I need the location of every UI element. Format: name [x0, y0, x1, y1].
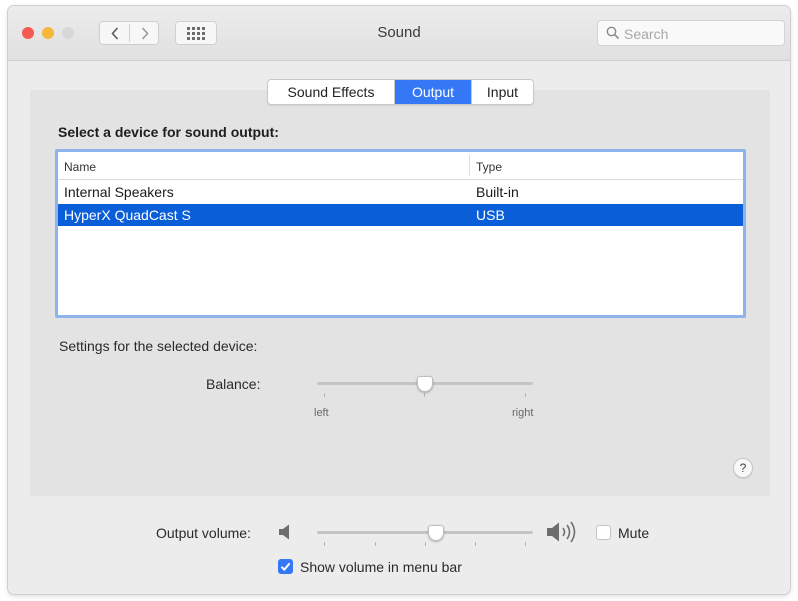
title-bar: Sound Search: [8, 6, 790, 61]
sound-preferences-window: Sound Search Sound Effects Output Input …: [8, 6, 790, 594]
balance-label: Balance:: [206, 376, 261, 392]
mute-checkbox[interactable]: [596, 525, 611, 540]
column-header-name[interactable]: Name: [64, 160, 96, 174]
device-name: HyperX QuadCast S: [64, 207, 191, 223]
output-device-table[interactable]: Name Type Internal Speakers Built-in Hyp…: [55, 149, 746, 318]
device-name: Internal Speakers: [64, 184, 174, 200]
volume-tick: [324, 542, 325, 546]
tab-bar: Sound Effects Output Input: [267, 79, 534, 105]
balance-tick-center: [424, 393, 425, 397]
search-icon: [606, 26, 620, 40]
balance-right-label: right: [512, 407, 534, 419]
table-row[interactable]: Internal Speakers Built-in: [58, 181, 743, 203]
balance-tick-left: [324, 393, 325, 397]
checkmark-icon: [280, 562, 291, 572]
help-button[interactable]: ?: [733, 458, 753, 478]
speaker-low-icon: [279, 524, 289, 540]
speaker-high-icon: [547, 521, 576, 543]
show-volume-checkbox[interactable]: [278, 559, 293, 574]
volume-tick: [525, 542, 526, 546]
device-type: USB: [476, 207, 505, 223]
show-volume-label: Show volume in menu bar: [300, 559, 462, 575]
column-divider: [469, 155, 470, 176]
tab-sound-effects[interactable]: Sound Effects: [268, 80, 395, 104]
balance-tick-right: [525, 393, 526, 397]
tab-output[interactable]: Output: [395, 80, 471, 104]
table-row-selected[interactable]: HyperX QuadCast S USB: [58, 204, 743, 226]
balance-slider-thumb[interactable]: [417, 376, 433, 392]
search-field[interactable]: Search: [597, 20, 785, 46]
column-header-type[interactable]: Type: [476, 160, 502, 174]
volume-slider-thumb[interactable]: [428, 525, 444, 541]
volume-tick: [475, 542, 476, 546]
output-volume-label: Output volume:: [156, 525, 251, 541]
tab-input[interactable]: Input: [471, 80, 533, 104]
mute-label: Mute: [618, 525, 650, 541]
table-header: Name Type: [58, 152, 743, 180]
search-placeholder: Search: [624, 26, 669, 42]
device-type: Built-in: [476, 184, 519, 200]
device-settings-label: Settings for the selected device:: [59, 338, 258, 354]
device-list-heading: Select a device for sound output:: [58, 124, 279, 140]
volume-tick: [425, 542, 426, 546]
volume-tick: [375, 542, 376, 546]
balance-left-label: left: [314, 407, 329, 419]
volume-slider-track[interactable]: [317, 531, 533, 534]
